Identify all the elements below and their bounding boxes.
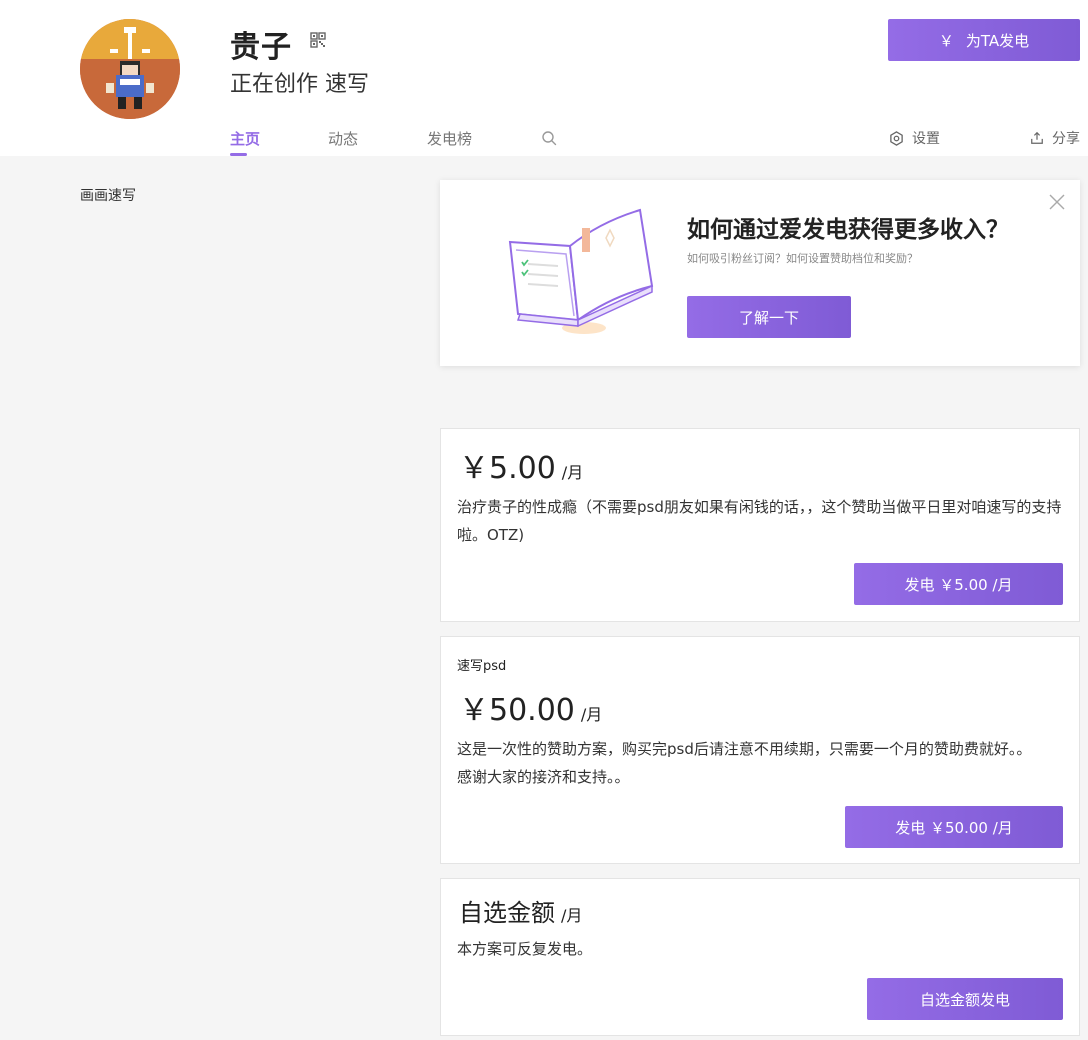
creator-description: 正在创作 速写 [230, 72, 369, 97]
plan-price: 自选金额/月 [459, 893, 582, 928]
plan-price-value: ￥50.00 [459, 693, 575, 728]
plan-description: 这是一次性的赞助方案，购买完psd后请注意不用续期，只需要一个月的赞助费就好。。… [457, 740, 1032, 786]
sponsor-button-label: 为TA发电 [965, 31, 1030, 50]
creator-name: 贵子 [230, 30, 292, 65]
plan-price-unit: /月 [580, 705, 603, 724]
tab-activity[interactable]: 动态 [328, 128, 358, 149]
plan-description: 治疗贵子的性成瘾（不需要psd朋友如果有闲钱的话，，这个赞助当做平日里对咱速写的… [457, 498, 1062, 544]
plan-price-unit: /月 [561, 463, 584, 482]
plan-card: 速写psd ￥50.00/月 这是一次性的赞助方案，购买完psd后请注意不用续期… [440, 636, 1080, 864]
settings-link[interactable]: 设置 [889, 128, 940, 148]
plan-name: 速写psd [457, 659, 507, 674]
plan-card: ￥5.00/月 治疗贵子的性成瘾（不需要psd朋友如果有闲钱的话，，这个赞助当做… [440, 428, 1080, 622]
learn-more-button[interactable]: 了解一下 [687, 296, 851, 338]
gear-icon [890, 130, 903, 146]
plan-description: 本方案可反复发电。 [457, 940, 593, 958]
creator-about: 画画速写 [80, 188, 136, 204]
active-tab-indicator [230, 153, 247, 156]
profile-header: 贵子 正在创作 速写 ￥ 为TA发电 主页 动态 发电榜 设置 分享 [0, 0, 1088, 156]
plan-card: 自选金额/月 本方案可反复发电。 自选金额发电 [440, 878, 1080, 1036]
settings-label: 设置 [912, 131, 940, 147]
promo-card: 如何通过爱发电获得更多收入？ 如何吸引粉丝订阅？如何设置赞助档位和奖励？ 了解一… [440, 180, 1080, 366]
tab-home[interactable]: 主页 [230, 128, 260, 149]
sponsor-plan-button[interactable]: 发电 ￥50.00 /月 [845, 806, 1063, 848]
share-link[interactable]: 分享 [1030, 128, 1080, 148]
tab-sponsor-ranking[interactable]: 发电榜 [427, 128, 472, 149]
plan-price: ￥5.00/月 [459, 443, 583, 487]
avatar[interactable] [80, 19, 180, 119]
promo-title: 如何通过爱发电获得更多收入？ [687, 217, 1009, 243]
plan-price: ￥50.00/月 [459, 685, 602, 729]
promo-subtitle: 如何吸引粉丝订阅？如何设置赞助档位和奖励？ [687, 252, 918, 265]
plan-price-unit: /月 [561, 906, 583, 925]
book-illustration [508, 208, 654, 334]
custom-amount-button[interactable]: 自选金额发电 [867, 978, 1063, 1020]
sponsor-button[interactable]: ￥ 为TA发电 [888, 19, 1080, 61]
search-icon[interactable] [541, 130, 557, 146]
share-label: 分享 [1052, 131, 1080, 147]
qr-code-icon[interactable] [310, 32, 326, 48]
yen-icon: ￥ [938, 31, 954, 50]
sponsor-plan-button[interactable]: 发电 ￥5.00 /月 [854, 563, 1063, 605]
share-icon [1031, 131, 1043, 144]
plan-price-value: ￥5.00 [459, 451, 556, 486]
plan-price-value: 自选金额 [459, 899, 555, 927]
close-icon[interactable] [1048, 193, 1066, 211]
